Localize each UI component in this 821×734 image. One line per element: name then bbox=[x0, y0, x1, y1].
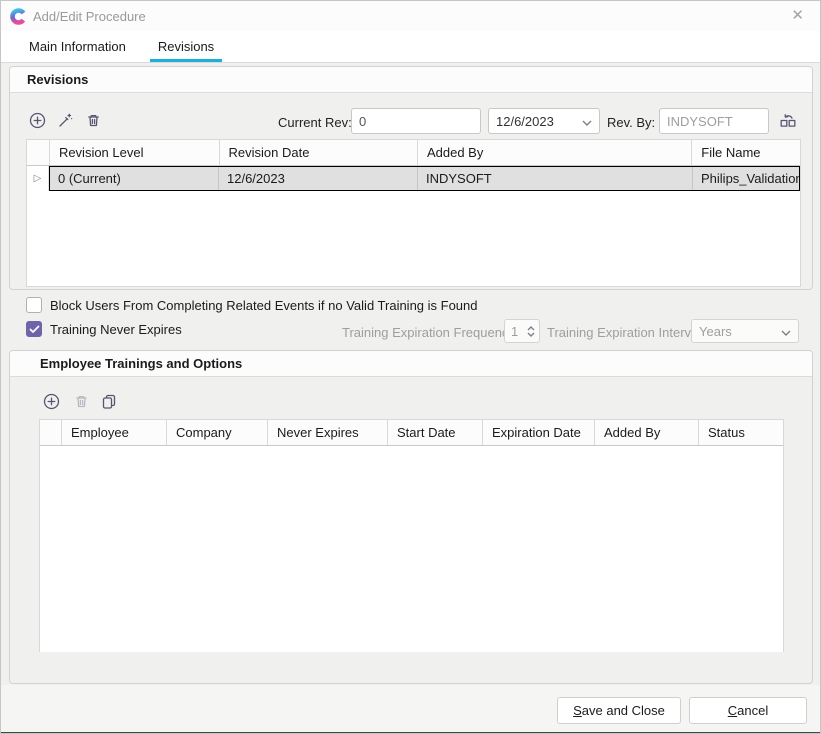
employee-table-header: Employee Company Never Expires Start Dat… bbox=[40, 420, 783, 446]
rev-date-combo[interactable]: 12/6/2023 bbox=[488, 108, 600, 134]
header-company[interactable]: Company bbox=[167, 420, 268, 445]
employee-table: Employee Company Never Expires Start Dat… bbox=[39, 419, 784, 652]
rev-by-input[interactable] bbox=[659, 108, 769, 134]
cancel-label-rest: ancel bbox=[737, 703, 768, 718]
revisions-table-header: Revision Level Revision Date Added By Fi… bbox=[27, 140, 800, 166]
cell-revision-date: 12/6/2023 bbox=[219, 167, 418, 190]
cell-added-by: INDYSOFT bbox=[418, 167, 693, 190]
app-logo-icon bbox=[10, 8, 27, 25]
cell-file-name: Philips_Validation_T bbox=[693, 167, 799, 190]
title-bar: Add/Edit Procedure ✕ bbox=[1, 1, 820, 31]
replace-icon[interactable] bbox=[777, 111, 799, 129]
training-never-expires-checkbox[interactable] bbox=[26, 321, 42, 337]
add-edit-procedure-dialog: Add/Edit Procedure ✕ Main Information Re… bbox=[0, 0, 821, 734]
header-status[interactable]: Status bbox=[699, 420, 783, 445]
row-expander-icon[interactable]: ▷ bbox=[27, 166, 49, 191]
header-expander bbox=[27, 140, 50, 165]
header-added-by[interactable]: Added By bbox=[418, 140, 692, 165]
block-users-check-row: Block Users From Completing Related Even… bbox=[26, 297, 478, 313]
revisions-table: Revision Level Revision Date Added By Fi… bbox=[26, 139, 801, 287]
tab-strip: Main Information Revisions bbox=[1, 31, 820, 62]
training-never-expires-label: Training Never Expires bbox=[50, 322, 182, 337]
tab-revisions[interactable]: Revisions bbox=[150, 32, 222, 62]
delete-training-icon[interactable] bbox=[72, 392, 90, 410]
header-start-date[interactable]: Start Date bbox=[388, 420, 483, 445]
chevron-down-icon bbox=[582, 114, 592, 129]
header-employee[interactable]: Employee bbox=[62, 420, 167, 445]
header-never-expires[interactable]: Never Expires bbox=[268, 420, 388, 445]
window-title: Add/Edit Procedure bbox=[33, 9, 146, 24]
save-and-close-button[interactable]: Save and Close bbox=[557, 697, 681, 724]
cancel-button[interactable]: Cancel bbox=[689, 697, 807, 724]
header-expiration-date[interactable]: Expiration Date bbox=[483, 420, 595, 445]
expiration-frequency-spinner[interactable]: 1 bbox=[504, 319, 540, 343]
spinner-arrows-icon[interactable] bbox=[527, 326, 535, 337]
save-label-rest: ave and Close bbox=[582, 703, 665, 718]
employee-table-empty-body bbox=[40, 446, 783, 652]
delete-revision-icon[interactable] bbox=[84, 111, 102, 129]
cell-revision-level: 0 (Current) bbox=[50, 167, 219, 190]
header-added-by[interactable]: Added By bbox=[595, 420, 699, 445]
employee-group-title: Employee Trainings and Options bbox=[10, 351, 812, 377]
rev-by-label: Rev. By: bbox=[607, 115, 655, 130]
close-icon[interactable]: ✕ bbox=[791, 7, 804, 25]
header-revision-level[interactable]: Revision Level bbox=[50, 140, 220, 165]
save-mnemonic: S bbox=[573, 703, 582, 718]
current-rev-input[interactable] bbox=[351, 108, 481, 134]
wand-icon[interactable] bbox=[56, 111, 74, 129]
current-rev-label: Current Rev: bbox=[278, 115, 352, 130]
block-users-checkbox[interactable] bbox=[26, 297, 42, 313]
revision-row-selected[interactable]: ▷ 0 (Current) 12/6/2023 INDYSOFT Philips… bbox=[27, 166, 800, 191]
tab-page-revisions: Revisions Current Rev: 12/6/2023 Rev. By… bbox=[1, 62, 820, 685]
header-revision-date[interactable]: Revision Date bbox=[220, 140, 418, 165]
revisions-group-title: Revisions bbox=[10, 67, 812, 93]
expiration-interval-combo[interactable]: Years bbox=[691, 319, 799, 343]
tab-main-information[interactable]: Main Information bbox=[21, 32, 134, 62]
add-training-icon[interactable] bbox=[42, 392, 60, 410]
header-expander bbox=[40, 420, 62, 445]
expiration-interval-label: Training Expiration Interval bbox=[547, 325, 701, 340]
block-users-label: Block Users From Completing Related Even… bbox=[50, 298, 478, 313]
interval-value: Years bbox=[699, 324, 732, 339]
chevron-down-icon bbox=[781, 324, 791, 339]
copy-training-icon[interactable] bbox=[100, 392, 118, 410]
header-file-name[interactable]: File Name bbox=[692, 140, 800, 165]
rev-date-value: 12/6/2023 bbox=[496, 114, 554, 129]
frequency-value: 1 bbox=[511, 324, 518, 339]
expiration-frequency-label: Training Expiration Frequency bbox=[342, 325, 515, 340]
add-revision-icon[interactable] bbox=[28, 111, 46, 129]
cancel-mnemonic: C bbox=[728, 703, 737, 718]
selected-row-highlight: 0 (Current) 12/6/2023 INDYSOFT Philips_V… bbox=[49, 166, 800, 191]
footer-bar: Save and Close Cancel bbox=[1, 685, 820, 732]
never-expires-check-row: Training Never Expires bbox=[26, 321, 182, 337]
